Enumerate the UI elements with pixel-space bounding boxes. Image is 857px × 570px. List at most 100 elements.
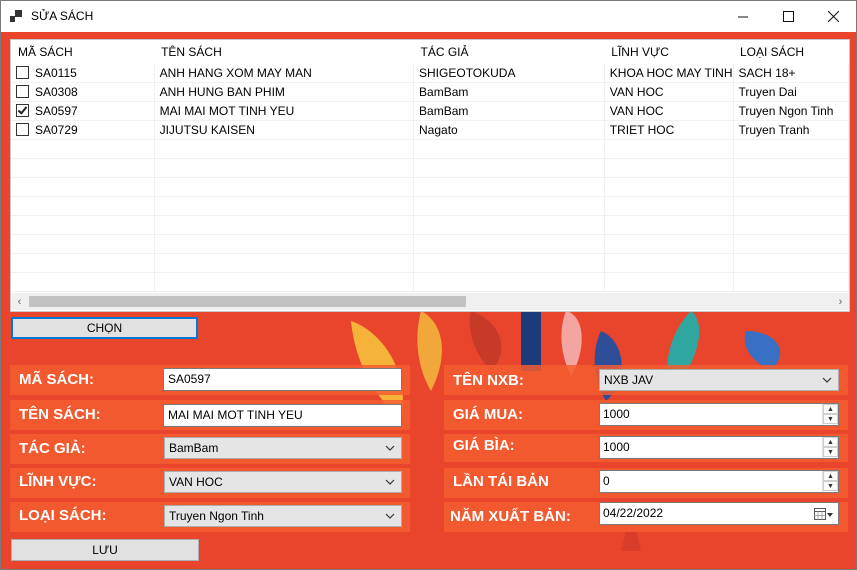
table-cell[interactable]: Truyen Ngon Tinh <box>733 101 849 121</box>
table-cell[interactable]: VAN HOC <box>604 82 734 102</box>
table-cell[interactable]: MAI MAI MOT TINH YEU <box>154 101 415 121</box>
table-cell[interactable]: Truyen Tranh <box>733 120 849 140</box>
table-cell[interactable]: ANH HANG XOM MAY MAN <box>154 64 415 83</box>
table-cell[interactable] <box>413 253 605 273</box>
table-cell[interactable] <box>154 177 415 197</box>
table-cell[interactable] <box>11 272 155 292</box>
row-checkbox[interactable] <box>16 85 29 98</box>
table-cell[interactable] <box>733 177 849 197</box>
table-cell[interactable] <box>733 196 849 216</box>
scroll-right-icon[interactable]: › <box>832 293 849 310</box>
table-cell[interactable] <box>11 196 155 216</box>
table-cell[interactable] <box>604 234 734 254</box>
table-cell[interactable] <box>11 215 155 235</box>
table-cell[interactable]: VAN HOC <box>604 101 734 121</box>
table-cell[interactable] <box>733 215 849 235</box>
table-cell[interactable] <box>413 272 605 292</box>
row-checkbox[interactable] <box>16 104 29 117</box>
table-cell[interactable]: TRIET HOC <box>604 120 734 140</box>
maximize-button[interactable] <box>765 1 811 32</box>
horizontal-scrollbar[interactable]: ‹ › <box>11 293 849 310</box>
table-cell[interactable] <box>11 234 155 254</box>
spin-down-icon[interactable]: ▼ <box>823 414 838 424</box>
table-cell[interactable]: SA0308 <box>11 82 155 102</box>
table-cell[interactable] <box>413 196 605 216</box>
table-row[interactable]: SA0729 JIJUTSU KAISEN Nagato TRIET HOC Truye… <box>11 120 849 140</box>
gia-bia-spinner[interactable]: ▲ ▼ <box>822 437 838 458</box>
table-cell[interactable] <box>154 196 415 216</box>
table-row[interactable]: SA0597 MAI MAI MOT TINH YEU BamBam VAN HOC T… <box>11 101 849 121</box>
table-cell[interactable] <box>733 272 849 292</box>
column-header-loai-sach[interactable]: LOẠI SÁCH <box>733 40 849 64</box>
table-cell[interactable] <box>413 234 605 254</box>
spin-up-icon[interactable]: ▲ <box>823 437 838 447</box>
scrollbar-thumb[interactable] <box>29 296 466 307</box>
table-cell[interactable]: BamBam <box>413 82 605 102</box>
table-row[interactable]: SA0308 ANH HUNG BAN PHIM BamBam VAN HOC Truy… <box>11 82 849 102</box>
minimize-button[interactable] <box>720 1 766 32</box>
select-button[interactable]: CHỌN <box>11 317 198 339</box>
ten-nxb-select[interactable]: NXB JAV <box>599 369 839 391</box>
table-cell[interactable] <box>154 215 415 235</box>
table-cell[interactable]: SHIGEOTOKUDA <box>413 64 605 83</box>
table-cell[interactable] <box>413 158 605 178</box>
lan-tai-ban-spinner[interactable]: ▲ ▼ <box>822 471 838 492</box>
table-cell[interactable]: SA0729 <box>11 120 155 140</box>
scroll-left-icon[interactable]: ‹ <box>11 293 28 310</box>
spin-down-icon[interactable]: ▼ <box>823 447 838 457</box>
table-cell[interactable]: JIJUTSU KAISEN <box>154 120 415 140</box>
spin-up-icon[interactable]: ▲ <box>823 404 838 414</box>
lan-tai-ban-input[interactable]: 0 ▲ ▼ <box>599 470 839 493</box>
table-cell[interactable] <box>11 177 155 197</box>
table-cell[interactable] <box>413 215 605 235</box>
spin-up-icon[interactable]: ▲ <box>823 471 838 481</box>
gia-mua-input[interactable]: 1000 ▲ ▼ <box>599 403 839 426</box>
table-cell[interactable] <box>154 139 415 159</box>
table-cell[interactable] <box>11 253 155 273</box>
row-checkbox[interactable] <box>16 123 29 136</box>
table-cell[interactable]: Truyen Dai <box>733 82 849 102</box>
table-cell[interactable] <box>604 215 734 235</box>
table-row[interactable]: SA0115 ANH HANG XOM MAY MAN SHIGEOTOKUDA KH… <box>11 64 849 83</box>
table-cell[interactable] <box>154 253 415 273</box>
table-cell[interactable] <box>604 196 734 216</box>
table-cell[interactable]: SA0115 <box>11 64 155 83</box>
table-cell[interactable]: KHOA HOC MAY TINH <box>604 64 734 83</box>
table-cell[interactable] <box>604 253 734 273</box>
table-cell[interactable] <box>154 158 415 178</box>
table-cell[interactable]: BamBam <box>413 101 605 121</box>
column-header-linh-vuc[interactable]: LĨNH VỰC <box>604 40 733 64</box>
table-cell[interactable]: SACH 18+ <box>733 64 849 83</box>
table-cell[interactable] <box>733 139 849 159</box>
nam-xuat-ban-datepicker[interactable]: 04/22/2022 <box>599 502 839 525</box>
gia-mua-spinner[interactable]: ▲ ▼ <box>822 404 838 425</box>
gia-bia-input[interactable]: 1000 ▲ ▼ <box>599 436 839 459</box>
table-cell[interactable] <box>154 272 415 292</box>
ten-sach-input[interactable]: MAI MAI MOT TINH YEU <box>163 404 402 427</box>
table-cell[interactable]: Nagato <box>413 120 605 140</box>
save-button[interactable]: LƯU <box>11 539 199 561</box>
ma-sach-input[interactable]: SA0597 <box>163 368 402 391</box>
close-button[interactable] <box>810 1 856 32</box>
table-cell[interactable]: SA0597 <box>11 101 155 121</box>
loai-sach-select[interactable]: Truyen Ngon Tinh <box>164 505 402 527</box>
table-cell[interactable] <box>733 158 849 178</box>
table-cell[interactable] <box>733 253 849 273</box>
calendar-dropdown-icon[interactable] <box>814 507 834 521</box>
spin-down-icon[interactable]: ▼ <box>823 481 838 491</box>
linh-vuc-select[interactable]: VAN HOC <box>164 471 402 493</box>
table-cell[interactable] <box>604 272 734 292</box>
table-cell[interactable] <box>154 234 415 254</box>
tac-gia-select[interactable]: BamBam <box>164 437 402 459</box>
row-checkbox[interactable] <box>16 66 29 79</box>
table-cell[interactable] <box>604 177 734 197</box>
table-cell[interactable] <box>11 158 155 178</box>
column-header-tac-gia[interactable]: TÁC GIẢ <box>414 40 605 64</box>
column-header-ma-sach[interactable]: MÃ SÁCH <box>11 40 154 64</box>
books-grid[interactable]: MÃ SÁCH TÊN SÁCH TÁC GIẢ LĨNH VỰC LOẠI S… <box>10 39 850 312</box>
table-cell[interactable]: ANH HUNG BAN PHIM <box>154 82 415 102</box>
table-cell[interactable] <box>604 158 734 178</box>
column-header-ten-sach[interactable]: TÊN SÁCH <box>154 40 413 64</box>
table-cell[interactable] <box>733 234 849 254</box>
table-cell[interactable] <box>11 139 155 159</box>
